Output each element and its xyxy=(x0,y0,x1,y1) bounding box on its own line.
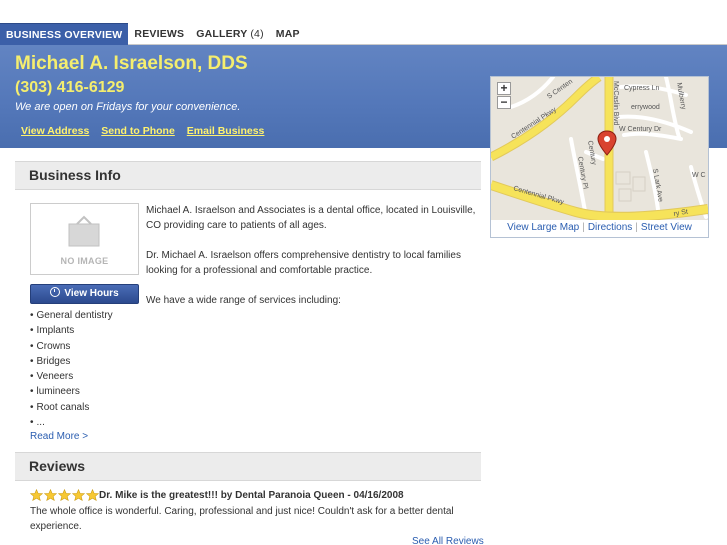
image-placeholder-icon xyxy=(68,215,100,247)
separator: | xyxy=(635,222,638,233)
street-label: W Century Dr xyxy=(619,126,662,133)
description-paragraph: We have a wide range of services includi… xyxy=(146,295,341,306)
directions-link[interactable]: Directions xyxy=(588,222,632,233)
section-title: Business Info xyxy=(29,167,121,183)
star-icon xyxy=(30,489,43,501)
map-image[interactable]: Cypress Ln errywood W Century Dr Centenn… xyxy=(491,77,708,220)
zoom-in-button[interactable]: + xyxy=(497,82,511,95)
tab-label: MAP xyxy=(275,28,300,40)
street-label: Cypress Ln xyxy=(624,85,660,92)
street-label: McCaslin Blvd xyxy=(612,81,619,125)
see-all-reviews-link[interactable]: See All Reviews xyxy=(412,536,484,545)
star-icon xyxy=(72,489,85,501)
description-paragraph: Michael A. Israelson and Associates is a… xyxy=(146,205,476,231)
business-phone[interactable]: (303) 416-6129 xyxy=(15,79,124,97)
read-more-link[interactable]: Read More > xyxy=(30,431,88,442)
tab-map[interactable]: MAP xyxy=(270,23,306,45)
tab-label: REVIEWS xyxy=(134,28,185,40)
tab-label: GALLERY xyxy=(196,28,248,40)
business-tagline: We are open on Fridays for your convenie… xyxy=(15,101,241,113)
tab-business-overview[interactable]: BUSINESS OVERVIEW xyxy=(0,23,129,45)
zoom-out-button[interactable]: − xyxy=(497,96,511,109)
street-view-link[interactable]: Street View xyxy=(641,222,692,233)
list-item: ... xyxy=(30,415,113,430)
business-photo-placeholder: NO IMAGE xyxy=(30,203,139,275)
separator: | xyxy=(582,222,585,233)
review-title[interactable]: Dr. Mike is the greatest!!! by Dental Pa… xyxy=(99,490,404,501)
list-item: Crowns xyxy=(30,339,113,354)
description-paragraph: Dr. Michael A. Israelson offers comprehe… xyxy=(146,250,461,276)
clock-icon xyxy=(50,287,61,297)
review-body: The whole office is wonderful. Caring, p… xyxy=(30,506,454,532)
email-business-link[interactable]: Email Business xyxy=(187,125,265,137)
map-links: View Large Map | Directions | Street View xyxy=(491,222,708,233)
view-hours-button[interactable]: View Hours xyxy=(30,284,139,304)
star-icon xyxy=(86,489,99,501)
list-item: Bridges xyxy=(30,354,113,369)
list-item: Root canals xyxy=(30,400,113,415)
list-item: General dentistry xyxy=(30,308,113,323)
tab-label: BUSINESS OVERVIEW xyxy=(6,29,123,41)
star-rating xyxy=(30,489,99,501)
map-canvas: Cypress Ln errywood W Century Dr Centenn… xyxy=(491,77,708,220)
view-hours-label: View Hours xyxy=(64,288,119,299)
tab-reviews[interactable]: REVIEWS xyxy=(128,23,190,45)
star-icon xyxy=(44,489,57,501)
business-info-header: Business Info xyxy=(15,161,481,190)
list-item: Veneers xyxy=(30,369,113,384)
no-image-label: NO IMAGE xyxy=(60,256,109,266)
tab-bar: BUSINESS OVERVIEW REVIEWS GALLERY (4) MA… xyxy=(0,23,727,45)
tab-gallery[interactable]: GALLERY (4) xyxy=(190,23,270,45)
services-list: General dentistry Implants Crowns Bridge… xyxy=(30,308,113,430)
action-links: View Address Send to Phone Email Busines… xyxy=(21,125,264,137)
tab-count: (4) xyxy=(250,28,264,40)
section-title: Reviews xyxy=(29,458,86,474)
map-widget: Cypress Ln errywood W Century Dr Centenn… xyxy=(490,76,709,238)
view-large-map-link[interactable]: View Large Map xyxy=(507,222,579,233)
street-label: W C xyxy=(692,172,706,179)
star-icon xyxy=(58,489,71,501)
business-name: Michael A. Israelson, DDS xyxy=(15,53,248,74)
send-to-phone-link[interactable]: Send to Phone xyxy=(101,125,175,137)
list-item: Implants xyxy=(30,323,113,338)
list-item: lumineers xyxy=(30,384,113,399)
street-label: errywood xyxy=(631,104,660,111)
reviews-header: Reviews xyxy=(15,452,481,481)
view-address-link[interactable]: View Address xyxy=(21,125,89,137)
